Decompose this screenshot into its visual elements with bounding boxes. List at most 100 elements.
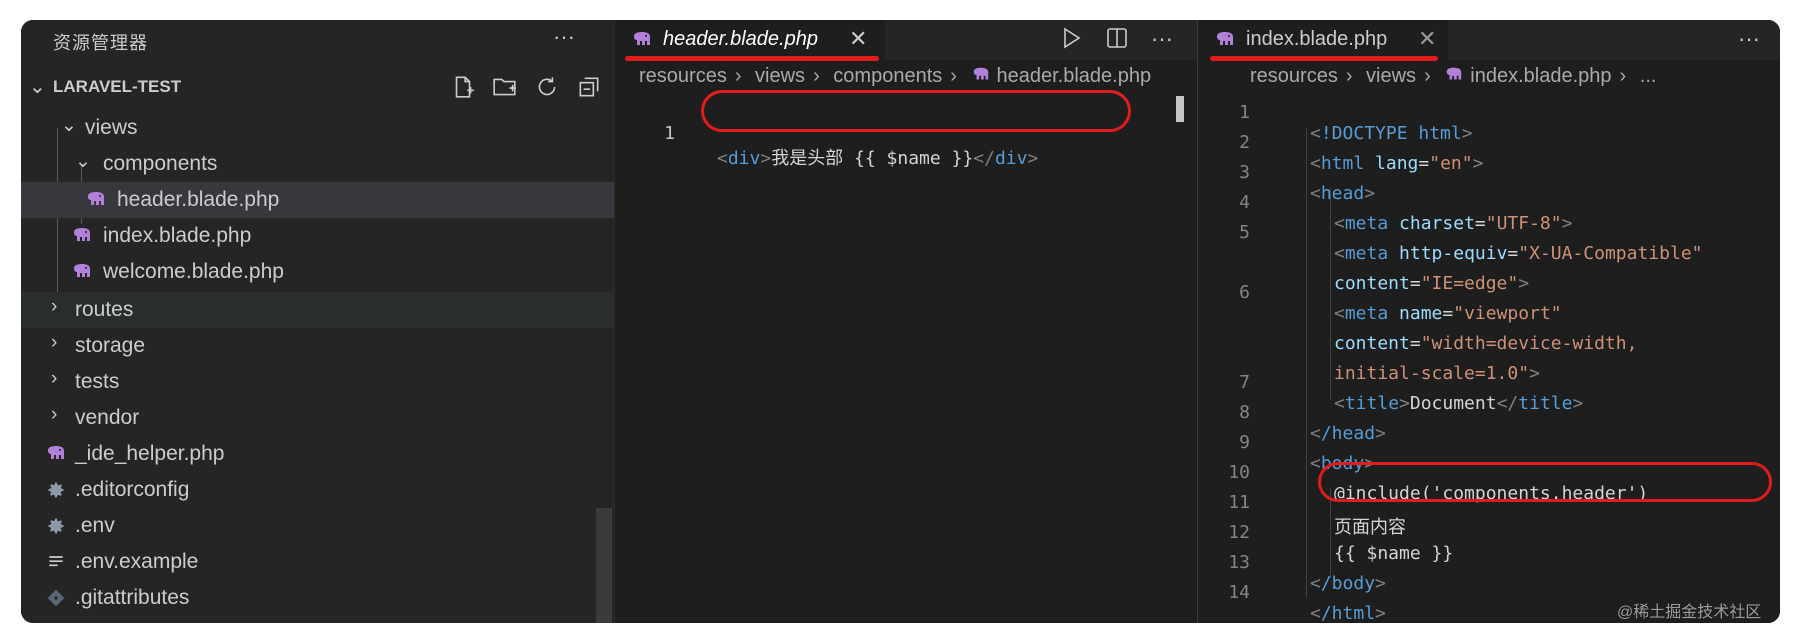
breadcrumb-item[interactable]: index.blade.php bbox=[1470, 65, 1611, 87]
tree-item-gitattributes[interactable]: .gitattributes bbox=[21, 580, 614, 616]
tree-item-components[interactable]: ⌄ components bbox=[21, 146, 614, 182]
tab-label: header.blade.php bbox=[663, 28, 818, 50]
git-icon bbox=[47, 589, 65, 607]
line-number: 11 bbox=[1228, 492, 1250, 513]
tab-label: index.blade.php bbox=[1246, 28, 1388, 50]
breadcrumb-item[interactable]: resources bbox=[639, 65, 727, 87]
close-icon[interactable]: ✕ bbox=[849, 26, 867, 52]
tree-item-index-blade[interactable]: index.blade.php bbox=[21, 218, 614, 254]
lines-icon bbox=[49, 556, 63, 567]
blade-elephant-icon bbox=[973, 67, 988, 80]
tree-item-views[interactable]: ⌄ views bbox=[21, 110, 614, 146]
code-line: <meta charset="UTF-8"> bbox=[1334, 213, 1573, 234]
project-name: LARAVEL-TEST bbox=[53, 77, 182, 96]
code-line: <head> bbox=[1310, 183, 1376, 204]
line-number: 5 bbox=[1239, 222, 1250, 243]
annotation-underline bbox=[625, 56, 879, 61]
tree-item-label: routes bbox=[75, 298, 134, 321]
blade-elephant-icon bbox=[74, 228, 90, 241]
tab-bar: index.blade.php ✕ ··· bbox=[1198, 20, 1780, 60]
tree-item-storage[interactable]: › storage bbox=[21, 328, 614, 364]
code-line: <div>我是头部 {{ $name }}</div> bbox=[717, 148, 1039, 169]
blade-elephant-icon bbox=[88, 192, 104, 205]
tree-item-label: components bbox=[103, 152, 218, 175]
breadcrumb-item[interactable]: views bbox=[1366, 65, 1416, 87]
refresh-icon[interactable] bbox=[534, 74, 562, 102]
tab-index-blade[interactable]: index.blade.php ✕ bbox=[1198, 20, 1448, 60]
breadcrumb-item[interactable]: header.blade.php bbox=[997, 65, 1152, 87]
tree-item-editorconfig[interactable]: .editorconfig bbox=[21, 472, 614, 508]
chevron-down-icon: ⌄ bbox=[29, 76, 46, 98]
breadcrumb-item[interactable]: views bbox=[755, 65, 805, 87]
code-line: </head> bbox=[1310, 423, 1386, 444]
tree-item-env-example[interactable]: .env.example bbox=[21, 544, 614, 580]
chevron-right-icon: › bbox=[1424, 65, 1431, 87]
chevron-right-icon: › bbox=[51, 296, 58, 317]
explorer-more-icon[interactable]: ··· bbox=[553, 24, 575, 50]
new-folder-icon[interactable] bbox=[492, 74, 520, 102]
code-line: 页面内容 bbox=[1334, 517, 1406, 538]
explorer-sidebar: 资源管理器 ··· ⌄ LARAVEL-TEST ⌄ views ⌄ compo… bbox=[21, 20, 614, 623]
line-number: 1 bbox=[1239, 102, 1250, 123]
project-header[interactable]: ⌄ LARAVEL-TEST bbox=[21, 70, 614, 106]
tree-item-header-blade[interactable]: header.blade.php bbox=[21, 182, 614, 218]
tab-header-blade[interactable]: header.blade.php ✕ bbox=[615, 20, 885, 60]
line-number: 7 bbox=[1239, 372, 1250, 393]
close-icon[interactable]: ✕ bbox=[1418, 26, 1436, 52]
minimap-slider[interactable] bbox=[1176, 96, 1184, 122]
indent-guide bbox=[1330, 488, 1331, 578]
tree-item-label: header.blade.php bbox=[117, 188, 280, 211]
code-line: <title>Document</title> bbox=[1334, 393, 1584, 414]
tree-item-ide-helper[interactable]: _ide_helper.php bbox=[21, 436, 614, 472]
code-line: {{ $name }} bbox=[1334, 543, 1454, 564]
breadcrumb-item[interactable]: resources bbox=[1250, 65, 1338, 87]
tree-item-routes[interactable]: › routes bbox=[21, 292, 614, 328]
breadcrumb-item[interactable]: ... bbox=[1640, 65, 1657, 87]
breadcrumb-item[interactable]: components bbox=[833, 65, 942, 87]
code-line: content="IE=edge"> bbox=[1334, 273, 1530, 294]
tree-item-tests[interactable]: › tests bbox=[21, 364, 614, 400]
watermark: @稀土掘金技术社区 bbox=[1617, 604, 1762, 621]
explorer-title: 资源管理器 bbox=[53, 33, 148, 53]
tree-item-env[interactable]: .env bbox=[21, 508, 614, 544]
chevron-right-icon: › bbox=[51, 404, 58, 425]
annotation-ellipse bbox=[1318, 462, 1772, 502]
split-editor-icon[interactable] bbox=[1105, 26, 1129, 56]
tree-item-label: vendor bbox=[75, 406, 140, 429]
indent-guide bbox=[1306, 128, 1307, 598]
tree-item-vendor[interactable]: › vendor bbox=[21, 400, 614, 436]
line-number: 12 bbox=[1228, 522, 1250, 543]
chevron-right-icon: › bbox=[51, 368, 58, 389]
code-line: <meta name="viewport" bbox=[1334, 303, 1562, 324]
new-file-icon[interactable] bbox=[450, 74, 478, 102]
blade-elephant-icon bbox=[634, 32, 650, 45]
annotation-ellipse bbox=[701, 90, 1131, 132]
annotation-underline bbox=[1210, 56, 1438, 61]
more-actions-icon[interactable]: ··· bbox=[1738, 26, 1760, 52]
line-number: 14 bbox=[1228, 582, 1250, 603]
code-line: <html lang="en"> bbox=[1310, 153, 1484, 174]
chevron-down-icon: ⌄ bbox=[61, 115, 77, 136]
sidebar-scrollbar[interactable] bbox=[596, 508, 612, 623]
chevron-right-icon: › bbox=[813, 65, 820, 87]
line-number: 8 bbox=[1239, 402, 1250, 423]
tree-item-welcome-blade[interactable]: welcome.blade.php bbox=[21, 254, 614, 290]
tree-item-label: views bbox=[85, 116, 138, 139]
line-number: 9 bbox=[1239, 432, 1250, 453]
php-elephant-icon bbox=[48, 446, 64, 459]
line-number: 3 bbox=[1239, 162, 1250, 183]
more-actions-icon[interactable]: ··· bbox=[1151, 26, 1173, 56]
gear-icon bbox=[48, 518, 64, 534]
editor-group-left: header.blade.php ✕ ··· resources › views ›… bbox=[614, 20, 1197, 623]
breadcrumb: resources › views › index.blade.php › ... bbox=[1250, 65, 1770, 95]
line-number: 6 bbox=[1239, 282, 1250, 303]
code-line: <!DOCTYPE html> bbox=[1310, 123, 1473, 144]
code-line: </body> bbox=[1310, 573, 1386, 594]
chevron-right-icon: › bbox=[1619, 65, 1627, 87]
code-line: </html> bbox=[1310, 603, 1386, 623]
collapse-all-icon[interactable] bbox=[576, 74, 604, 102]
tab-bar: header.blade.php ✕ ··· bbox=[615, 20, 1197, 60]
line-number: 10 bbox=[1228, 462, 1250, 483]
run-icon[interactable] bbox=[1059, 26, 1083, 56]
editor-group-right: index.blade.php ✕ ··· resources › views › … bbox=[1197, 20, 1780, 623]
